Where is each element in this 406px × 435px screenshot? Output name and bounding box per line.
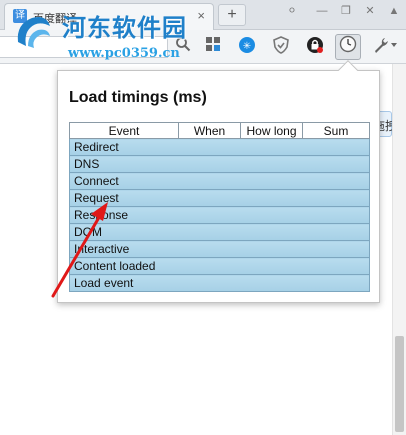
vertical-scrollbar[interactable] — [392, 64, 406, 435]
event-cell: Redirect — [69, 138, 370, 156]
event-cell: Response — [69, 206, 370, 224]
column-header-event: Event — [69, 122, 179, 139]
event-cell: Content loaded — [69, 257, 370, 275]
apps-grid-icon[interactable] — [202, 36, 224, 58]
toolbar: ✳ — [0, 30, 406, 64]
close-window-icon[interactable]: ✕ — [360, 2, 380, 20]
watermark-logo-icon — [17, 17, 50, 48]
watermark-title: 河东软件园 — [62, 14, 187, 42]
shield-icon[interactable] — [270, 36, 292, 58]
event-cell: Connect — [69, 172, 370, 190]
column-header-when: When — [178, 122, 241, 139]
event-cell: Load event — [69, 274, 370, 292]
scrollbar-thumb[interactable] — [395, 336, 404, 432]
event-cell: DOM — [69, 223, 370, 241]
table-row: Redirect — [69, 138, 370, 156]
minimize-icon[interactable]: — — [312, 2, 332, 20]
extension-icon[interactable]: ✳ — [236, 36, 258, 58]
table-row: Request — [69, 189, 370, 207]
table-row: Connect — [69, 172, 370, 190]
event-cell: DNS — [69, 155, 370, 173]
column-header-sum: Sum — [302, 122, 370, 139]
page-timer-icon[interactable] — [335, 34, 361, 60]
table-header-row: Event When How long Sum — [69, 122, 370, 139]
event-cell: Interactive — [69, 240, 370, 258]
wrench-icon[interactable] — [370, 36, 400, 58]
table-row: Load event — [69, 274, 370, 292]
table-row: DNS — [69, 155, 370, 173]
restore-icon[interactable]: ❐ — [336, 2, 356, 20]
column-header-how-long: How long — [240, 122, 303, 139]
pin-icon[interactable]: ▲ — [384, 2, 404, 20]
table-row: Interactive — [69, 240, 370, 258]
table-row: Response — [69, 206, 370, 224]
svg-text:✳: ✳ — [243, 41, 251, 52]
watermark-url: www.pc0359.cn — [68, 46, 180, 61]
lock-icon[interactable] — [304, 36, 326, 58]
tab-strip: 译 百度翻译 × + ⚪ — ❐ ✕ ▲ — [0, 0, 406, 30]
timings-table: Event When How long Sum Redirect DNS Con… — [69, 122, 370, 292]
load-timings-popup: Load timings (ms) Event When How long Su… — [57, 60, 380, 303]
tab-close-icon[interactable]: × — [197, 8, 205, 23]
table-row: Content loaded — [69, 257, 370, 275]
shirt-skin-icon[interactable]: ⚪ — [282, 2, 302, 20]
new-tab-button[interactable]: + — [218, 4, 246, 26]
table-row: DOM — [69, 223, 370, 241]
popup-title: Load timings (ms) — [69, 89, 207, 106]
event-cell: Request — [69, 189, 370, 207]
